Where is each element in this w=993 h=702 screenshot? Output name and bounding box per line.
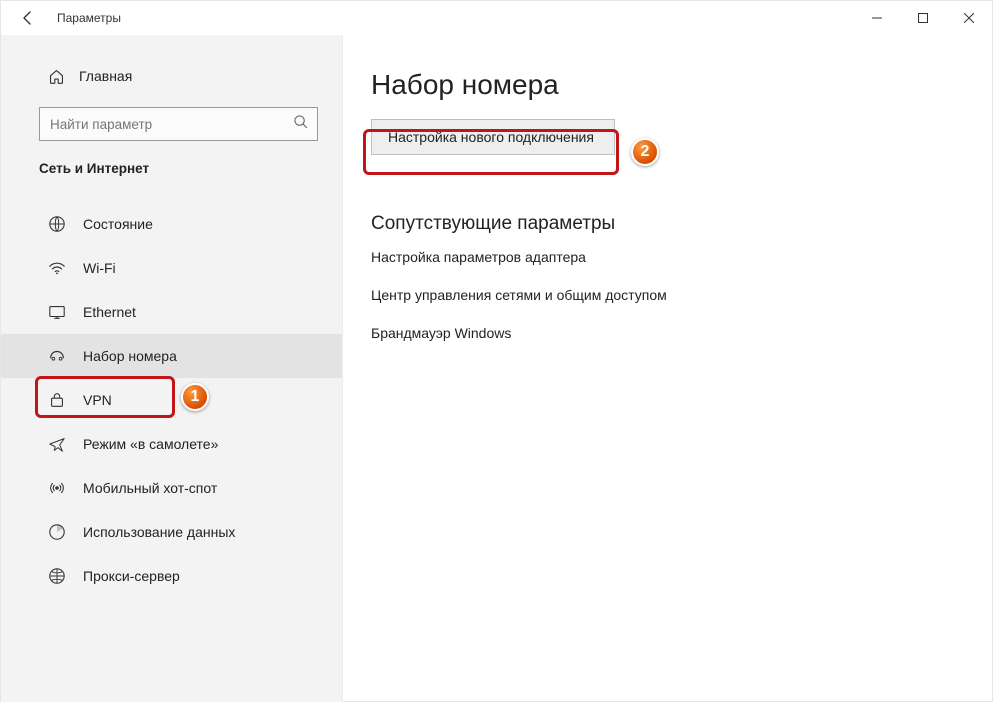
sidebar: Главная Сеть и Интернет Состояние Wi-Fi: [1, 35, 343, 702]
back-button[interactable]: [17, 7, 39, 29]
sidebar-item-label: Прокси-сервер: [83, 568, 342, 584]
sidebar-item-label: VPN: [83, 392, 342, 408]
search-wrap: [39, 107, 318, 141]
settings-window: Параметры Главная: [0, 0, 993, 702]
sidebar-home-label: Главная: [79, 68, 132, 84]
sidebar-item-status[interactable]: Состояние: [1, 202, 342, 246]
sidebar-item-vpn[interactable]: VPN: [1, 378, 342, 422]
sidebar-item-airplane[interactable]: Режим «в самолете»: [1, 422, 342, 466]
minimize-button[interactable]: [854, 2, 900, 34]
search-input[interactable]: [39, 107, 318, 141]
window-body: Главная Сеть и Интернет Состояние Wi-Fi: [1, 35, 992, 702]
related-link-adapter[interactable]: Настройка параметров адаптера: [371, 249, 964, 265]
related-link-sharing[interactable]: Центр управления сетями и общим доступом: [371, 287, 964, 303]
main-content: Набор номера Настройка нового подключени…: [343, 35, 992, 702]
related-title: Сопутствующие параметры: [371, 213, 964, 235]
vpn-icon: [47, 390, 67, 410]
sidebar-item-label: Режим «в самолете»: [83, 436, 342, 452]
annotation-badge-2: 2: [631, 138, 659, 166]
page-title: Набор номера: [371, 69, 964, 101]
close-button[interactable]: [946, 2, 992, 34]
sidebar-nav: Состояние Wi-Fi Ethernet Набор номера VP…: [1, 202, 342, 598]
window-controls: [854, 2, 992, 34]
related-link-firewall[interactable]: Брандмауэр Windows: [371, 325, 964, 341]
sidebar-item-label: Состояние: [83, 216, 342, 232]
sidebar-item-label: Ethernet: [83, 304, 342, 320]
sidebar-item-label: Использование данных: [83, 524, 342, 540]
ethernet-icon: [47, 302, 67, 322]
close-icon: [964, 13, 974, 23]
sidebar-item-label: Набор номера: [83, 348, 342, 364]
titlebar-left: Параметры: [17, 7, 121, 29]
dialup-icon: [47, 346, 67, 366]
proxy-icon: [47, 566, 67, 586]
sidebar-item-hotspot[interactable]: Мобильный хот-спот: [1, 466, 342, 510]
datausage-icon: [47, 522, 67, 542]
globe-icon: [47, 214, 67, 234]
sidebar-item-dialup[interactable]: Набор номера: [1, 334, 342, 378]
minimize-icon: [872, 13, 882, 23]
home-icon: [47, 67, 65, 85]
hotspot-icon: [47, 478, 67, 498]
wifi-icon: [47, 258, 67, 278]
sidebar-home[interactable]: Главная: [1, 59, 342, 93]
airplane-icon: [47, 434, 67, 454]
maximize-button[interactable]: [900, 2, 946, 34]
sidebar-section-title: Сеть и Интернет: [1, 161, 342, 190]
search-icon: [293, 114, 308, 134]
arrow-left-icon: [20, 10, 36, 26]
sidebar-item-proxy[interactable]: Прокси-сервер: [1, 554, 342, 598]
sidebar-item-wifi[interactable]: Wi-Fi: [1, 246, 342, 290]
sidebar-item-label: Мобильный хот-спот: [83, 480, 342, 496]
maximize-icon: [918, 13, 928, 23]
sidebar-item-ethernet[interactable]: Ethernet: [1, 290, 342, 334]
sidebar-item-label: Wi-Fi: [83, 260, 342, 276]
sidebar-item-datausage[interactable]: Использование данных: [1, 510, 342, 554]
new-connection-button[interactable]: Настройка нового подключения: [371, 119, 615, 155]
app-title: Параметры: [57, 11, 121, 25]
titlebar: Параметры: [1, 1, 992, 35]
